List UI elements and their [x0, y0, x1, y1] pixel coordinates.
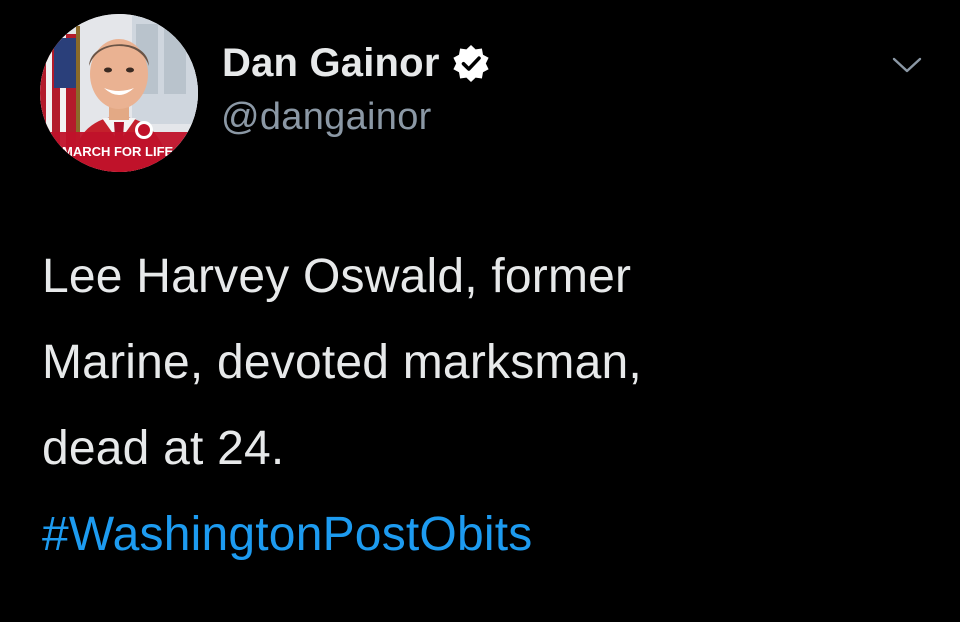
author-name-row: Dan Gainor	[222, 38, 491, 88]
verified-badge-icon	[451, 43, 491, 83]
author-display-name[interactable]: Dan Gainor	[222, 38, 440, 88]
avatar-caption: MARCH FOR LIFE	[62, 144, 174, 159]
avatar[interactable]: MARCH FOR LIFE	[40, 14, 198, 172]
avatar-photo: MARCH FOR LIFE	[40, 14, 198, 172]
tweet-text: Lee Harvey Oswald, former Marine, devote…	[42, 234, 922, 578]
tweet-text-line: dead at 24.	[42, 422, 285, 475]
tweet-card: MARCH FOR LIFE Dan Gainor @dangainor Lee…	[0, 0, 960, 622]
author-handle[interactable]: @dangainor	[221, 94, 432, 140]
hashtag-link[interactable]: #WashingtonPostObits	[42, 492, 922, 578]
chevron-down-icon[interactable]	[890, 54, 924, 76]
tweet-text-line: Marine, devoted marksman,	[42, 336, 642, 389]
tweet-text-line: Lee Harvey Oswald, former	[42, 250, 632, 303]
